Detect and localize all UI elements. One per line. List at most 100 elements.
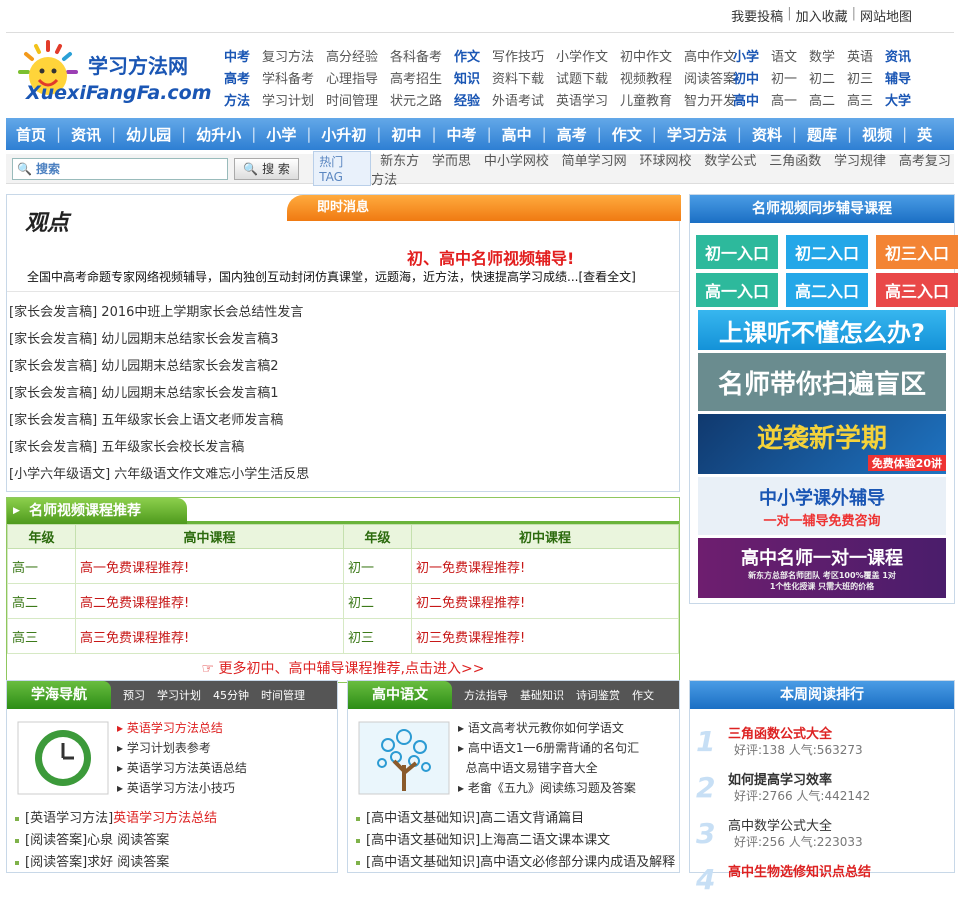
nav-link[interactable]: 学科备考 (262, 68, 314, 87)
course-link[interactable]: 初三免费课程推荐! (411, 618, 679, 654)
nav-link[interactable]: 资料下载 (492, 68, 544, 87)
course-link[interactable]: 初一免费课程推荐! (411, 548, 679, 584)
list-item[interactable]: 总高中语文易错字音大全 (458, 759, 639, 779)
nav-key[interactable]: 高考 (224, 68, 262, 87)
rank-item[interactable]: 3 高中数学公式大全 好评:256 人气:223033 (690, 811, 954, 857)
sub-link[interactable]: 基础知识 (520, 687, 564, 703)
nav-home[interactable]: 首页 (16, 124, 46, 145)
study-nav-tab[interactable]: 学海导航 (7, 681, 111, 709)
nav-link[interactable]: 儿童教育 (620, 90, 672, 109)
course-link[interactable]: 初二免费课程推荐! (411, 583, 679, 619)
rank-item[interactable]: 2 如何提高学习效率 好评:2766 人气:442142 (690, 765, 954, 811)
nav-link[interactable]: 初二 (809, 68, 835, 87)
hot-tag[interactable]: 新东方 (380, 154, 419, 169)
nav-zhongkao[interactable]: 中考 (447, 124, 477, 145)
banner-new-semester[interactable]: 逆袭新学期 免费体验20讲 (698, 414, 946, 474)
nav-key[interactable]: 中考 (224, 46, 262, 65)
list-item[interactable]: [阅读答案]心泉 阅读答案 (15, 829, 217, 851)
nav-key[interactable]: 方法 (224, 90, 262, 109)
list-item[interactable]: ▸ 英语学习方法总结 (117, 719, 247, 739)
view-full-link[interactable]: [查看全文] (578, 270, 635, 284)
nav-link[interactable]: 智力开发 (684, 90, 736, 109)
entry-grade12[interactable]: 高三入口 (876, 273, 958, 307)
bookmark-link[interactable]: 加入收藏 (792, 6, 852, 25)
nav-link[interactable]: 高中作文 (684, 46, 736, 65)
nav-materials[interactable]: 资料 (752, 124, 782, 145)
nav-link[interactable]: 小学作文 (556, 46, 608, 65)
nav-news[interactable]: 资讯 (71, 124, 101, 145)
nav-methods[interactable]: 学习方法 (667, 124, 727, 145)
list-item[interactable]: ▸ 英语学习方法小技巧 (117, 779, 247, 799)
sub-link[interactable]: 方法指导 (464, 687, 508, 703)
course-link[interactable]: 高三免费课程推荐! (75, 618, 344, 654)
nav-senior[interactable]: 高中 (502, 124, 532, 145)
entry-grade7[interactable]: 初一入口 (696, 235, 778, 269)
nav-link[interactable]: 状元之路 (390, 90, 442, 109)
sub-link[interactable]: 预习 (123, 687, 145, 703)
list-item[interactable]: ▸ 语文高考状元教你如何学语文 (458, 719, 639, 739)
list-item[interactable]: ▸ 英语学习方法英语总结 (117, 759, 247, 779)
nav-link[interactable]: 视频教程 (620, 68, 672, 87)
sitemap-link[interactable]: 网站地图 (856, 6, 916, 25)
nav-link[interactable]: 试题下载 (556, 68, 608, 87)
submit-link[interactable]: 我要投稿 (727, 6, 787, 25)
list-item[interactable]: [家长会发言稿] 幼儿园期末总结家长会发言稿3 (9, 328, 309, 355)
hot-tag[interactable]: 学习规律 (834, 154, 886, 169)
banner-not-understand[interactable]: 上课听不懂怎么办? (698, 310, 946, 350)
sub-link[interactable]: 作文 (632, 687, 654, 703)
banner-blind-spots[interactable]: 名师带你扫遍盲区 (698, 353, 946, 411)
nav-k-to-primary[interactable]: 幼升小 (196, 124, 241, 145)
nav-link[interactable]: 时间管理 (326, 90, 378, 109)
rank-item[interactable]: 1 三角函数公式大全 好评:138 人气:563273 (690, 719, 954, 765)
nav-key[interactable]: 资讯 (885, 46, 923, 65)
sub-link[interactable]: 诗词鉴赏 (576, 687, 620, 703)
list-item[interactable]: [家长会发言稿] 五年级家长会校长发言稿 (9, 436, 309, 463)
nav-question-bank[interactable]: 题库 (807, 124, 837, 145)
viewpoint-headline[interactable]: 初、高中名师视频辅导! (407, 245, 574, 269)
nav-link[interactable]: 写作技巧 (492, 46, 544, 65)
nav-junior[interactable]: 初中 (391, 124, 421, 145)
list-item[interactable]: [阅读答案]求好 阅读答案 (15, 851, 217, 872)
list-item[interactable]: ▸ 高中语文1一6册需背诵的名句汇 (458, 739, 639, 759)
nav-kindergarten[interactable]: 幼儿园 (126, 124, 171, 145)
nav-key[interactable]: 作文 (454, 46, 492, 65)
list-item[interactable]: [高中语文基础知识]高中语文必修部分课内成语及解释 (356, 851, 675, 872)
nav-link[interactable]: 英语 (847, 46, 873, 65)
nav-link[interactable]: 初一 (771, 68, 797, 87)
hot-tag[interactable]: 学而思 (432, 154, 471, 169)
nav-link[interactable]: 初三 (847, 68, 873, 87)
list-item[interactable]: [家长会发言稿] 五年级家长会上语文老师发言稿 (9, 409, 309, 436)
search-input[interactable]: 🔍 搜索 (12, 157, 228, 180)
nav-key[interactable]: 知识 (454, 68, 492, 87)
nav-link[interactable]: 高分经验 (326, 46, 378, 65)
list-item[interactable]: ▸ 学习计划表参考 (117, 739, 247, 759)
list-item[interactable]: [家长会发言稿] 2016中班上学期家长会总结性发言 (9, 301, 309, 328)
nav-composition[interactable]: 作文 (612, 124, 642, 145)
nav-link[interactable]: 初中作文 (620, 46, 672, 65)
list-item[interactable]: [英语学习方法]英语学习方法总结 (15, 807, 217, 829)
hot-tag[interactable]: 简单学习网 (562, 154, 627, 169)
nav-link[interactable]: 心理指导 (326, 68, 378, 87)
list-item[interactable]: [高中语文基础知识]高二语文背诵篇目 (356, 807, 675, 829)
nav-link[interactable]: 外语考试 (492, 90, 544, 109)
nav-key[interactable]: 大学 (885, 90, 923, 109)
nav-link[interactable]: 英语学习 (556, 90, 608, 109)
hot-tag[interactable]: 中小学网校 (484, 154, 549, 169)
nav-key[interactable]: 经验 (454, 90, 492, 109)
list-item[interactable]: ▸ 老畲《五九》阅读练习题及答案 (458, 779, 639, 799)
banner-one-on-one[interactable]: 高中名师一对一课程 新东方总部名师团队 考区100%覆盖 1对1个性化授课 只需大… (698, 538, 946, 598)
list-item[interactable]: [家长会发言稿] 幼儿园期末总结家长会发言稿2 (9, 355, 309, 382)
entry-grade8[interactable]: 初二入口 (786, 235, 868, 269)
banner-tutoring[interactable]: 中小学课外辅导 一对一辅导免费咨询 (698, 477, 946, 535)
entry-grade9[interactable]: 初三入口 (876, 235, 958, 269)
hot-tag[interactable]: 三角函数 (769, 154, 821, 169)
nav-link[interactable]: 高三 (847, 90, 873, 109)
sub-link[interactable]: 45分钟 (213, 687, 249, 703)
nav-link[interactable]: 高一 (771, 90, 797, 109)
nav-key[interactable]: 辅导 (885, 68, 923, 87)
list-item[interactable]: [高中语文基础知识]上海高二语文课本课文 (356, 829, 675, 851)
hot-tag[interactable]: 环球网校 (640, 154, 692, 169)
sub-link[interactable]: 时间管理 (261, 687, 305, 703)
chinese-tab[interactable]: 高中语文 (348, 681, 452, 709)
nav-link[interactable]: 复习方法 (262, 46, 314, 65)
